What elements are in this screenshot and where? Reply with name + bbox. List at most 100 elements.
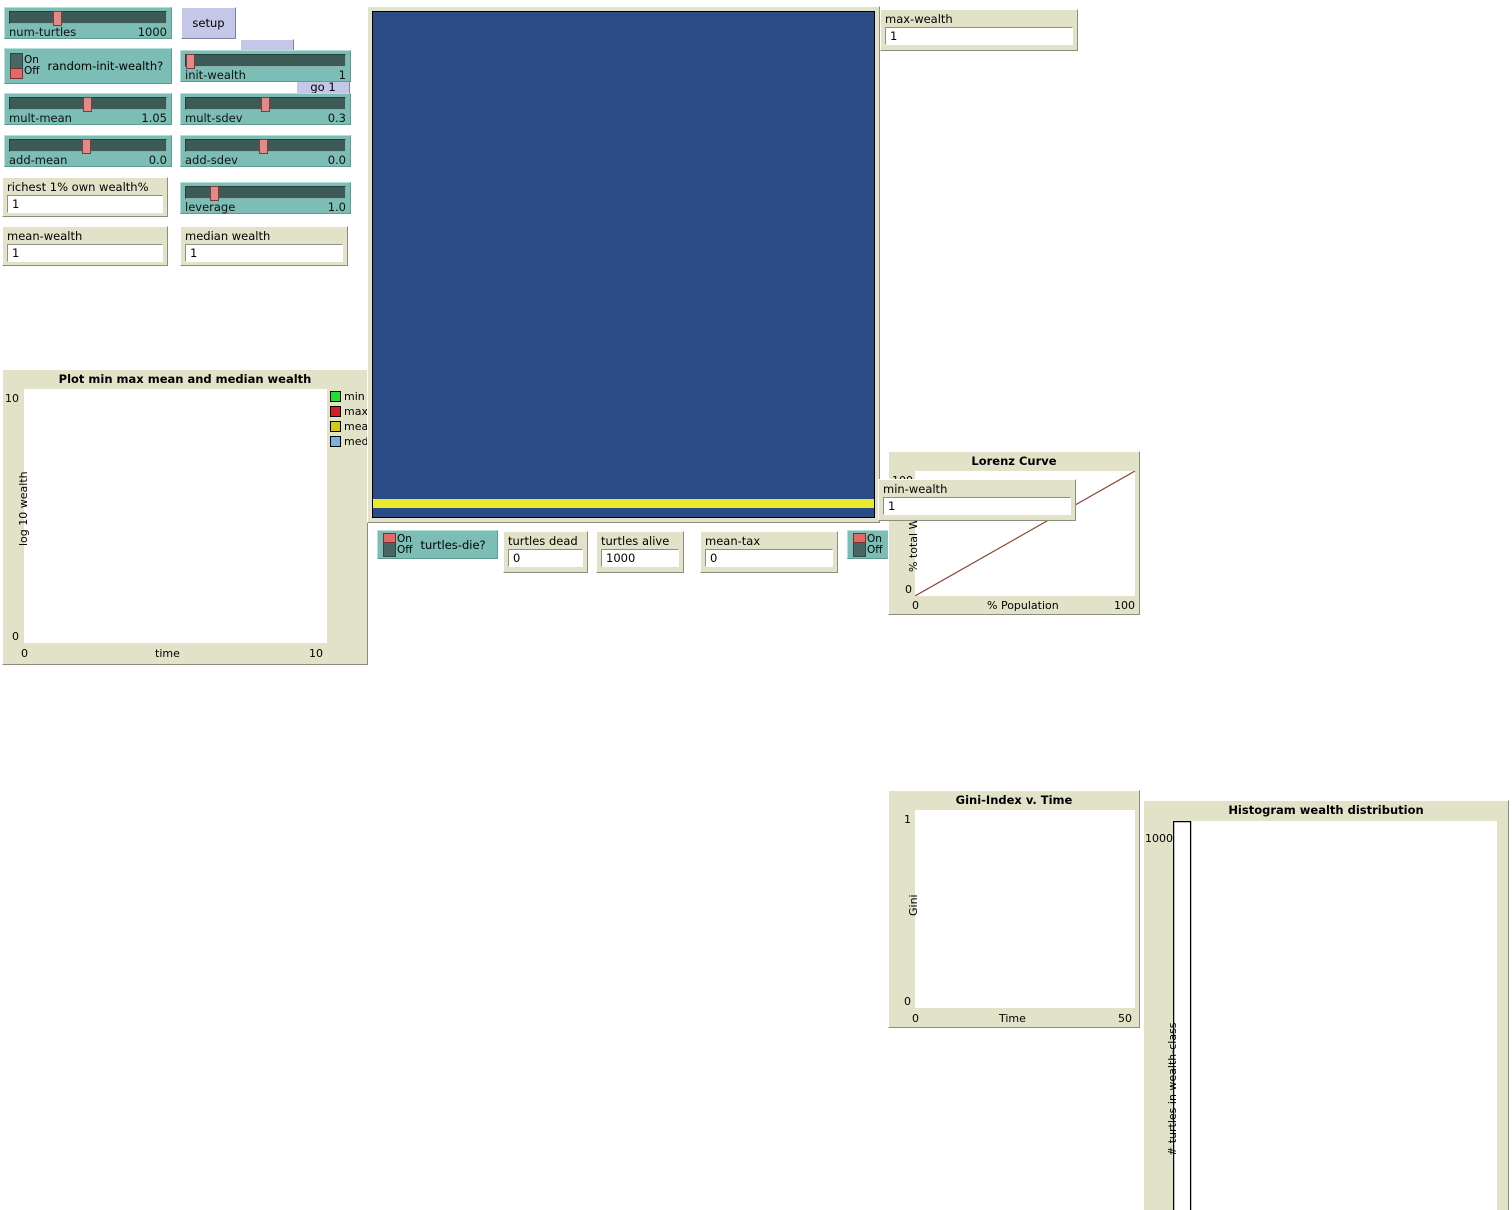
slider-value: 0.0	[328, 153, 346, 167]
plot-y-min-tick: 0	[904, 995, 911, 1008]
slider-label: add-sdev	[185, 153, 238, 167]
world-view-container[interactable]	[367, 6, 880, 523]
legend-label: max	[344, 405, 368, 418]
slider-value: 0.0	[149, 153, 167, 167]
plot-y-axis-label: Gini	[907, 894, 920, 916]
slider-thumb[interactable]	[82, 139, 91, 154]
slider-add-sdev[interactable]: add-sdev 0.0	[180, 135, 351, 167]
monitor-median-wealth: median wealth 1	[180, 226, 348, 266]
monitor-value: 1	[7, 244, 163, 262]
plot-lorenz-curve: Lorenz Curve 100 0 0 100 % Population % …	[888, 451, 1140, 615]
switch-on-label: On	[397, 534, 413, 545]
switch-off-label: Off	[867, 545, 883, 556]
slider-label: num-turtles	[9, 25, 76, 39]
slider-value: 0.3	[328, 111, 346, 125]
plot-gini-index: Gini-Index v. Time 1 0 0 50 Time Gini	[888, 790, 1140, 1028]
monitor-label: max-wealth	[885, 12, 1073, 26]
monitor-value: 1000	[601, 549, 679, 567]
switch-turtles-die[interactable]: On Off turtles-die?	[377, 530, 498, 559]
legend-swatch-min	[330, 391, 341, 402]
slider-label: mult-mean	[9, 111, 72, 125]
plot-wealth-histogram: Histogram wealth distribution 1000 0 1 2…	[1143, 800, 1509, 1210]
plot-y-axis-label: # turtles in wealth-class	[1166, 1022, 1179, 1156]
plot-canvas[interactable]	[915, 810, 1135, 1008]
setup-button[interactable]: setup	[181, 7, 236, 39]
plot-y-max-tick: 1000	[1145, 832, 1173, 845]
slider-value: 1	[339, 68, 346, 82]
plot-x-min-tick: 0	[912, 599, 919, 612]
legend-swatch-med	[330, 436, 341, 447]
slider-value: 1000	[138, 25, 167, 39]
switch-off-label: Off	[24, 66, 40, 77]
slider-mult-mean[interactable]: mult-mean 1.05	[4, 93, 172, 125]
switch-on-label: On	[867, 534, 883, 545]
slider-thumb[interactable]	[53, 11, 62, 26]
plot-y-min-tick: 0	[12, 630, 19, 643]
plot-y-max-tick: 1	[904, 813, 911, 826]
legend-swatch-mean	[330, 421, 341, 432]
slider-label: add-mean	[9, 153, 67, 167]
slider-track[interactable]	[185, 54, 346, 67]
slider-label: init-wealth	[185, 68, 246, 82]
slider-value: 1.0	[328, 200, 346, 214]
histogram-bars-svg	[1173, 821, 1497, 1210]
monitor-value: 1	[885, 27, 1073, 45]
monitor-label: median wealth	[185, 229, 343, 243]
monitor-richest-1pct: richest 1% own wealth% 1	[2, 177, 168, 217]
switch-off-label: Off	[397, 545, 413, 556]
monitor-label: mean-tax	[705, 534, 833, 548]
monitor-label: richest 1% own wealth%	[7, 180, 163, 194]
plot-canvas[interactable]	[1173, 821, 1497, 1210]
monitor-value: 1	[7, 195, 163, 213]
switch-random-init-wealth[interactable]: On Off random-init-wealth?	[4, 48, 172, 84]
slider-thumb[interactable]	[83, 97, 92, 112]
slider-track[interactable]	[185, 186, 346, 199]
monitor-value: 0	[508, 549, 583, 567]
switch-onoff-labels: On Off	[867, 534, 883, 556]
monitor-turtles-alive: turtles alive 1000	[596, 531, 684, 573]
plot-title: Histogram wealth distribution	[1144, 801, 1508, 817]
plot-y-axis-label: log 10 wealth	[17, 471, 30, 546]
slider-thumb[interactable]	[259, 139, 268, 154]
slider-init-wealth[interactable]: init-wealth 1	[180, 50, 351, 82]
slider-track[interactable]	[185, 139, 346, 152]
monitor-label: turtles dead	[508, 534, 583, 548]
monitor-value: 1	[883, 497, 1071, 515]
switch-onoff-labels: On Off	[24, 55, 40, 77]
switch-label: turtles-die?	[421, 538, 486, 552]
slider-label: leverage	[185, 200, 235, 214]
plot-x-min-tick: 0	[21, 647, 28, 660]
slider-thumb[interactable]	[186, 54, 195, 69]
slider-add-mean[interactable]: add-mean 0.0	[4, 135, 172, 167]
world-scanline	[373, 499, 874, 508]
slider-label: mult-sdev	[185, 111, 243, 125]
monitor-label: min-wealth	[883, 482, 1071, 496]
slider-track[interactable]	[9, 97, 167, 110]
switch-lever-icon[interactable]	[10, 53, 23, 79]
slider-track[interactable]	[185, 97, 346, 110]
plot-x-max-tick: 100	[1114, 599, 1135, 612]
plot-title: Plot min max mean and median wealth	[3, 370, 367, 386]
legend-label: med	[344, 435, 368, 448]
slider-track[interactable]	[9, 139, 167, 152]
world-view[interactable]	[372, 11, 875, 518]
setup-button-label: setup	[192, 16, 224, 30]
slider-num-turtles[interactable]: num-turtles 1000	[4, 7, 172, 39]
plot-x-min-tick: 0	[912, 1012, 919, 1025]
slider-leverage[interactable]: leverage 1.0	[180, 182, 351, 214]
plot-x-max-tick: 50	[1118, 1012, 1132, 1025]
plot-title: Gini-Index v. Time	[889, 791, 1139, 807]
slider-thumb[interactable]	[261, 97, 270, 112]
monitor-value: 1	[185, 244, 343, 262]
plot-wealth: Plot min max mean and median wealth 10 0…	[2, 369, 368, 665]
switch-onoff-labels: On Off	[397, 534, 413, 556]
slider-track[interactable]	[9, 11, 167, 24]
plot-x-max-tick: 10	[309, 647, 323, 660]
switch-lever-icon[interactable]	[383, 533, 396, 557]
monitor-label: mean-wealth	[7, 229, 163, 243]
switch-label: random-init-wealth?	[48, 59, 164, 73]
slider-thumb[interactable]	[210, 186, 219, 201]
switch-lever-icon[interactable]	[853, 533, 866, 557]
plot-x-axis-label: Time	[999, 1012, 1026, 1025]
slider-mult-sdev[interactable]: mult-sdev 0.3	[180, 93, 351, 125]
